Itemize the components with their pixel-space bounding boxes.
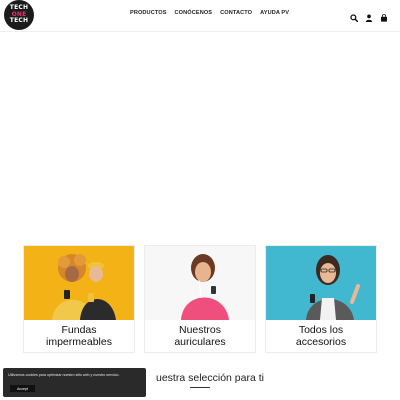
card-image-auriculares [145,246,255,320]
card-title: Todos los accesorios [266,324,376,348]
hero-banner [0,33,400,238]
cookie-text: Utilizamos cookies para optimizar nuestr… [8,373,120,377]
card-title-line-2: auriculares [174,336,226,348]
nav-item-conocenos[interactable]: CONÓCENOS [175,10,213,16]
card-image-accesorios [266,246,376,320]
card-title: Fundas impermeables [24,324,134,348]
card-nuestros-auriculares[interactable]: Nuestros auriculares [144,245,256,353]
card-title: Nuestros auriculares [145,324,255,348]
nav-item-productos[interactable]: PRODUCTOS [130,10,167,16]
logo-line-3: TECH [9,17,29,25]
main-nav: PRODUCTOS CONÓCENOS CONTACTO AYUDA PV [130,10,289,16]
card-title-line-1: Todos los [298,324,344,336]
card-title-line-1: Nuestros [178,324,221,336]
search-icon[interactable] [350,9,359,23]
card-title-line-2: impermeables [46,336,112,348]
card-title-line-1: Fundas [61,324,97,336]
section-underline [190,387,210,388]
site-logo[interactable]: TECH ONE TECH [4,0,34,30]
site-header: TECH ONE TECH PRODUCTOS CONÓCENOS CONTAC… [0,0,400,32]
card-todos-los-accesorios[interactable]: Todos los accesorios [265,245,377,353]
category-cards: Fundas impermeables Nuestros auriculares [23,245,378,355]
nav-item-ayuda-pv[interactable]: AYUDA PV [260,10,289,16]
header-icons [350,9,388,23]
card-fundas-impermeables[interactable]: Fundas impermeables [23,245,135,353]
card-title-line-2: accesorios [295,336,347,348]
cart-icon[interactable] [380,9,388,22]
user-icon[interactable] [365,9,373,22]
accept-cookies-button[interactable]: Accept [10,385,35,392]
card-image-fundas [24,246,134,320]
nav-item-contacto[interactable]: CONTACTO [220,10,252,16]
cookie-banner: Utilizamos cookies para optimizar nuestr… [3,368,146,397]
